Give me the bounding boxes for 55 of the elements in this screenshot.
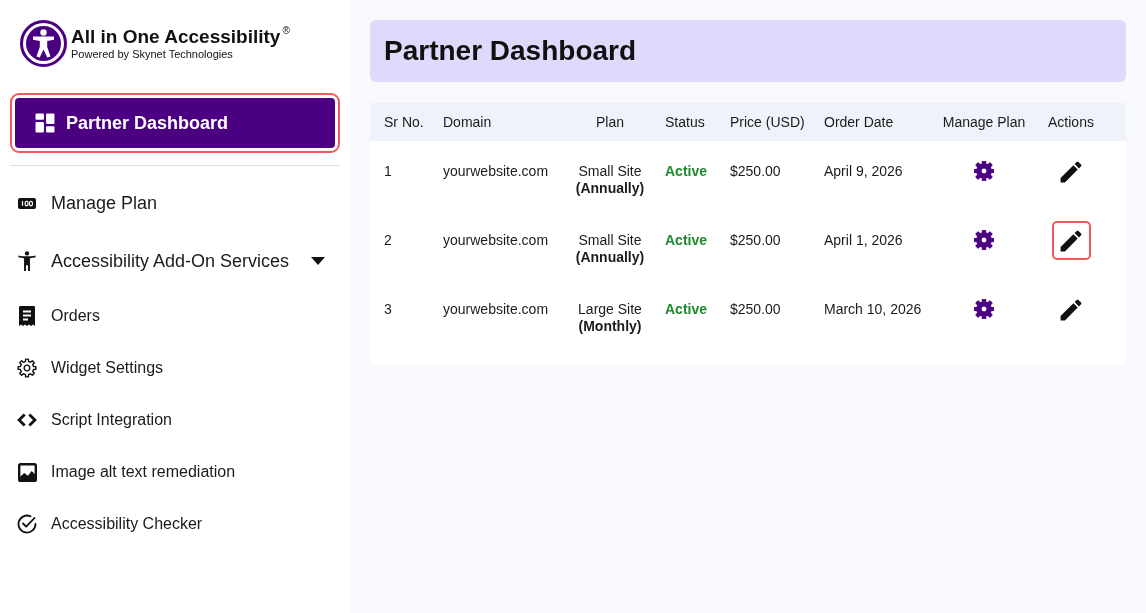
pencil-icon — [1060, 160, 1082, 183]
edit-button[interactable] — [1051, 221, 1091, 260]
price-text: $250.00 — [730, 232, 781, 248]
dashboard-icon — [35, 113, 55, 133]
billing-period: (Annually) — [574, 249, 646, 266]
pencil-icon — [1060, 298, 1082, 321]
badge-icon — [18, 197, 36, 209]
column-header: Status — [665, 113, 705, 130]
price-text: $250.00 — [730, 301, 781, 317]
brand-tagline: Powered by Skynet Technologies — [71, 48, 234, 61]
plan-name: Large Site — [577, 301, 643, 318]
domain-text: yourwebsite.com — [443, 163, 549, 179]
sidebar-item[interactable]: Image alt text remediation — [10, 446, 340, 498]
column-header: Actions — [1048, 113, 1094, 130]
status-text: Active — [665, 163, 708, 179]
brand-name: All in One Accessibility$^{®}$ — [71, 26, 290, 48]
sidebar-item[interactable]: Widget Settings — [10, 342, 340, 394]
sidebar-item[interactable]: Accessibility Checker — [10, 498, 340, 550]
check-circle-icon — [17, 514, 37, 534]
billing-period: (Annually) — [574, 180, 646, 197]
code-icon — [17, 413, 37, 427]
row-number: 1 — [384, 163, 392, 179]
plan-name: Small Site — [577, 163, 643, 180]
sidebar-item[interactable]: Accessibility Add-On Services — [10, 232, 340, 290]
column-header: Sr No. — [384, 113, 424, 130]
status-text: Active — [665, 301, 708, 317]
order-date: April 9, 2026 — [824, 163, 903, 179]
sidebar-item[interactable]: Orders — [10, 290, 340, 342]
order-date: March 10, 2026 — [824, 301, 922, 317]
gear-icon[interactable] — [974, 161, 994, 181]
price-text: $250.00 — [730, 163, 781, 179]
person-icon — [18, 251, 36, 271]
gear-icon[interactable] — [974, 230, 994, 250]
column-header: Price (USD) — [730, 113, 805, 130]
billing-period: (Monthly) — [577, 318, 643, 335]
row-number: 3 — [384, 301, 392, 317]
page-title: Partner Dashboard — [384, 34, 637, 68]
accessibility-logo-icon — [20, 20, 67, 67]
column-header: Plan — [596, 113, 624, 130]
domain-text: yourwebsite.com — [443, 301, 549, 317]
gear-icon[interactable] — [974, 299, 994, 319]
column-header: Order Date — [824, 113, 894, 130]
domain-text: yourwebsite.com — [443, 232, 549, 248]
image-icon — [17, 462, 37, 482]
receipt-icon — [19, 306, 35, 326]
order-date: April 1, 2026 — [824, 232, 903, 248]
plan-name: Small Site — [577, 232, 643, 249]
pencil-icon — [1060, 229, 1082, 252]
sidebar-item[interactable]: Manage Plan — [10, 174, 340, 232]
column-header: Manage Plan — [942, 113, 1026, 130]
row-number: 2 — [384, 232, 392, 248]
column-header: Domain — [443, 113, 492, 130]
gear-icon — [17, 358, 37, 378]
status-text: Active — [665, 232, 708, 248]
sidebar-item[interactable]: Script Integration — [10, 394, 340, 446]
